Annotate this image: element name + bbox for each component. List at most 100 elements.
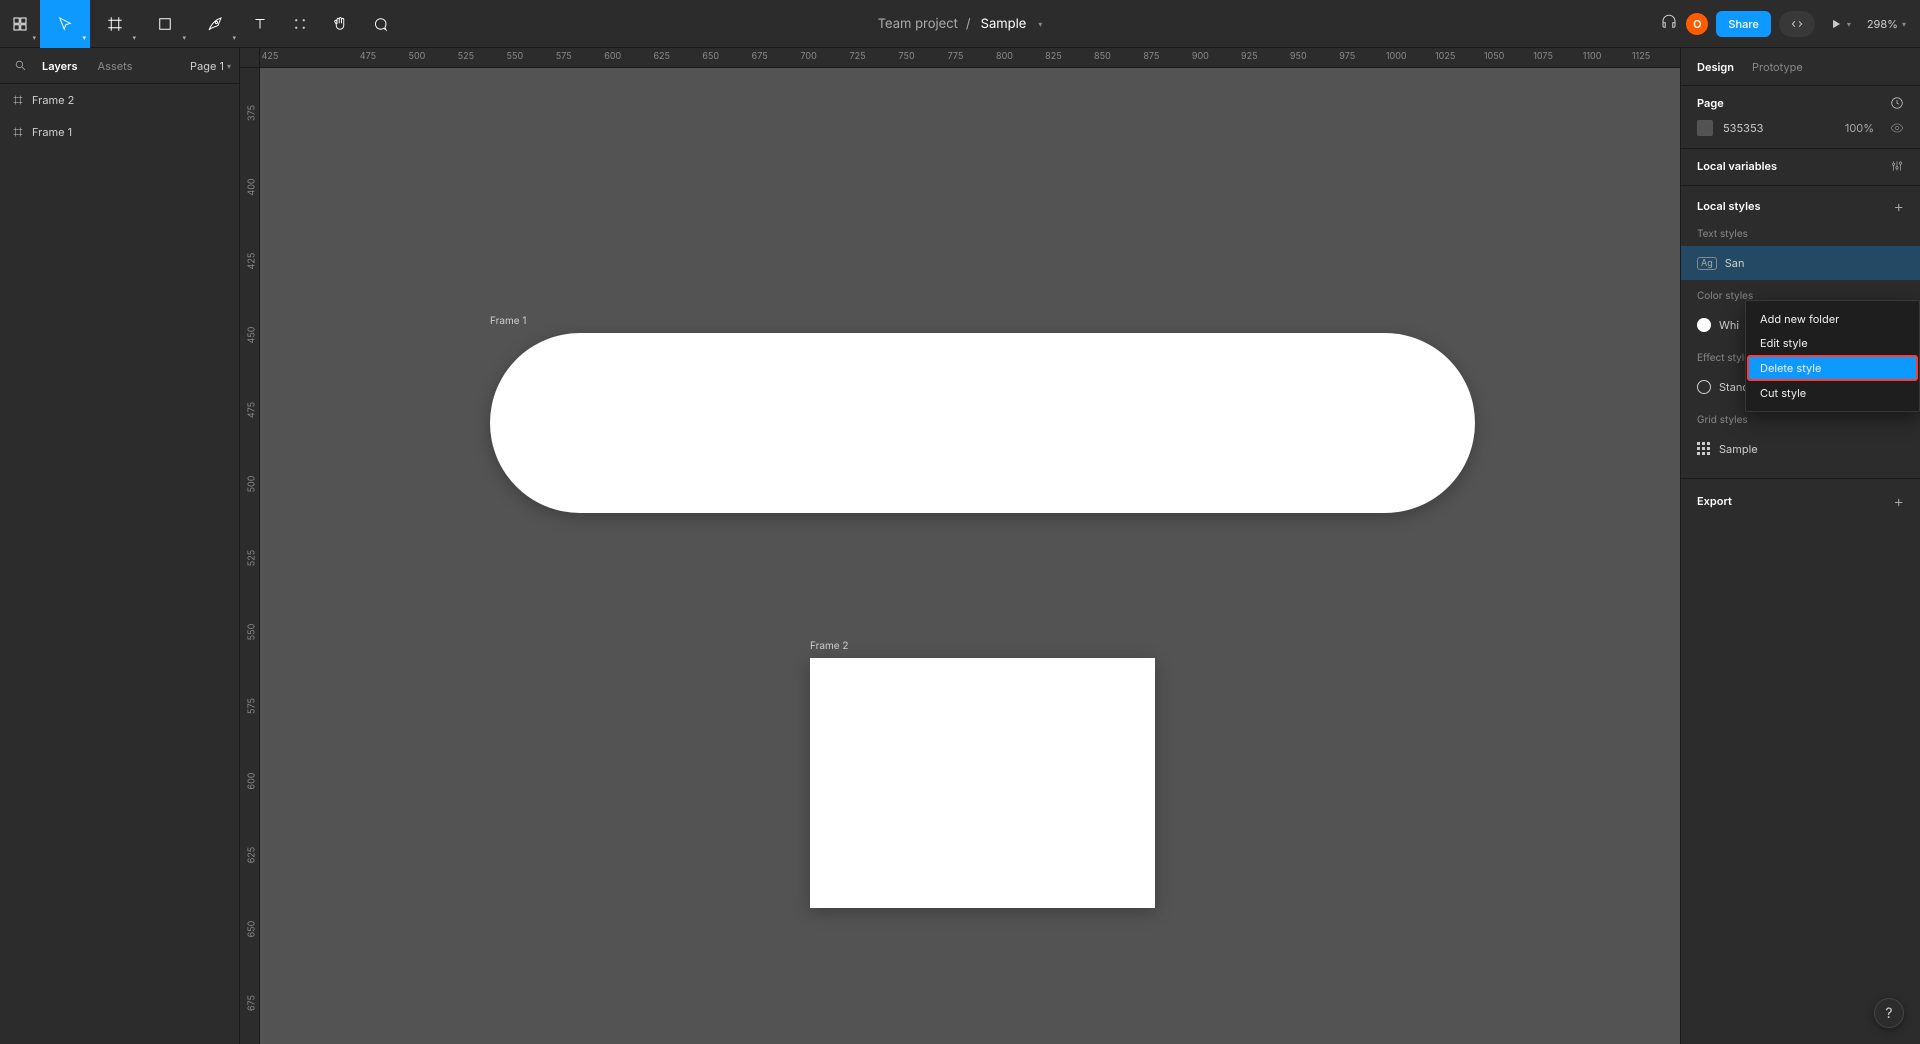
right-panel: Design Prototype Page 535353 100% Local …: [1680, 48, 1920, 1044]
add-export-button[interactable]: +: [1894, 491, 1904, 511]
assets-tab[interactable]: Assets: [88, 59, 143, 73]
hand-tool[interactable]: [320, 0, 360, 48]
local-variables-section: Local variables: [1681, 149, 1920, 186]
settings-icon[interactable]: [1890, 159, 1904, 173]
zoom-control[interactable]: 298% ▾: [1867, 17, 1906, 31]
left-panel-tabs: Layers Assets Page 1 ▾: [0, 48, 239, 84]
ruler-tick: 575: [556, 51, 572, 62]
export-title: Export: [1697, 494, 1732, 508]
layer-row[interactable]: Frame 2: [0, 84, 239, 116]
canvas[interactable]: 4254755005255505756006256506757007257507…: [240, 48, 1680, 1044]
canvas-frame-2[interactable]: Frame 2: [810, 658, 1155, 908]
ruler-tick: 650: [702, 51, 719, 62]
style-context-menu: Add new folderEdit styleDelete styleCut …: [1745, 300, 1920, 412]
page-section-title: Page: [1697, 96, 1724, 110]
text-tool[interactable]: [240, 0, 280, 48]
layer-row[interactable]: Frame 1: [0, 116, 239, 148]
prototype-tab[interactable]: Prototype: [1752, 60, 1803, 74]
ruler-tick: 675: [247, 993, 258, 1013]
grid-style-icon: [1697, 442, 1711, 456]
ruler-tick: 1050: [1484, 51, 1505, 62]
canvas-frame-1[interactable]: Frame 1: [490, 333, 1475, 513]
ruler-tick: 725: [850, 51, 866, 62]
context-menu-item[interactable]: Edit style: [1746, 331, 1919, 355]
ruler-tick: 550: [507, 51, 524, 62]
context-menu-item[interactable]: Cut style: [1746, 381, 1919, 405]
color-swatch[interactable]: [1697, 120, 1713, 136]
ruler-tick: 925: [1241, 51, 1258, 62]
ruler-tick: 425: [262, 51, 279, 62]
page-background-row[interactable]: 535353 100%: [1697, 120, 1904, 136]
design-tab[interactable]: Design: [1697, 60, 1734, 74]
page-selector[interactable]: Page 1 ▾: [190, 59, 231, 73]
frame-label[interactable]: Frame 1: [490, 315, 526, 327]
comment-tool[interactable]: [360, 0, 400, 48]
page-color-hex[interactable]: 535353: [1723, 121, 1763, 135]
help-button[interactable]: ?: [1874, 998, 1904, 1028]
pen-tool[interactable]: ▾: [190, 0, 240, 48]
ruler-tick: 775: [948, 51, 964, 62]
dev-mode-toggle[interactable]: [1779, 11, 1815, 37]
ruler-tick: 1025: [1435, 51, 1455, 62]
ruler-tick: 675: [752, 51, 768, 62]
color-style-swatch: [1697, 318, 1711, 332]
right-panel-tabs: Design Prototype: [1681, 48, 1920, 86]
chevron-down-icon: ▾: [182, 33, 186, 42]
history-icon[interactable]: [1890, 96, 1904, 110]
ruler-tick: 1125: [1632, 51, 1650, 62]
ruler-tick: 975: [1339, 51, 1355, 62]
grid-style-row[interactable]: Sample: [1681, 432, 1920, 466]
main-menu-button[interactable]: ▾: [0, 0, 40, 48]
chevron-down-icon: ▾: [132, 33, 136, 42]
ruler-tick: 850: [1094, 51, 1111, 62]
local-variables-title: Local variables: [1697, 159, 1777, 173]
ruler-tick: 525: [458, 51, 474, 62]
visibility-icon[interactable]: [1890, 121, 1904, 135]
text-style-icon: Ag: [1697, 257, 1717, 270]
page-section: Page 535353 100%: [1681, 86, 1920, 149]
color-style-name: Whi: [1719, 318, 1739, 332]
text-style-row[interactable]: Ag San: [1681, 246, 1920, 280]
shape-tool[interactable]: ▾: [140, 0, 190, 48]
chevron-down-icon: ▾: [232, 33, 236, 42]
ruler-tick: 525: [247, 548, 258, 568]
page-selector-label: Page 1: [190, 59, 224, 73]
ruler-tick: 600: [247, 771, 258, 791]
user-avatar[interactable]: O: [1686, 13, 1708, 35]
search-icon[interactable]: [8, 54, 32, 78]
move-tool[interactable]: ▾: [40, 0, 90, 48]
text-styles-header: Text styles: [1681, 228, 1920, 240]
chevron-down-icon: ▾: [82, 33, 86, 42]
resources-tool[interactable]: [280, 0, 320, 48]
frame-label[interactable]: Frame 2: [810, 640, 849, 652]
add-style-button[interactable]: +: [1894, 196, 1904, 216]
page-color-opacity[interactable]: 100%: [1845, 121, 1874, 135]
ruler-tick: 375: [247, 103, 258, 123]
file-breadcrumb[interactable]: Team project / Sample ▾: [878, 16, 1043, 32]
context-menu-item[interactable]: Delete style: [1748, 356, 1917, 380]
share-button[interactable]: Share: [1716, 11, 1770, 37]
toolbar-left: ▾ ▾ ▾ ▾ ▾: [0, 0, 400, 47]
ruler-tick: 400: [247, 177, 258, 197]
ruler-vertical: 375400425450475500525550575600625650675: [240, 48, 260, 1044]
ruler-tick: 1100: [1583, 51, 1602, 62]
layers-tab[interactable]: Layers: [32, 59, 88, 73]
ruler-tick: 1000: [1386, 51, 1407, 62]
voice-chat-button[interactable]: [1660, 13, 1678, 34]
avatar-initial: O: [1693, 17, 1701, 31]
ruler-tick: 475: [247, 400, 258, 420]
context-menu-item[interactable]: Add new folder: [1746, 307, 1919, 331]
ruler-tick: 550: [247, 622, 258, 642]
ruler-tick: 1075: [1533, 51, 1553, 62]
effect-style-icon: [1697, 380, 1711, 394]
ruler-horizontal: 4254755005255505756006256506757007257507…: [260, 48, 1680, 68]
frame-tool[interactable]: ▾: [90, 0, 140, 48]
grid-style-name: Sample: [1719, 442, 1758, 456]
ruler-tick: 625: [653, 51, 670, 62]
ruler-tick: 800: [996, 51, 1013, 62]
grid-styles-header: Grid styles: [1681, 414, 1920, 426]
ruler-tick: 825: [1045, 51, 1062, 62]
project-name: Team project: [878, 16, 958, 32]
present-button[interactable]: ▾: [1829, 17, 1851, 31]
ruler-tick: 600: [604, 51, 621, 62]
